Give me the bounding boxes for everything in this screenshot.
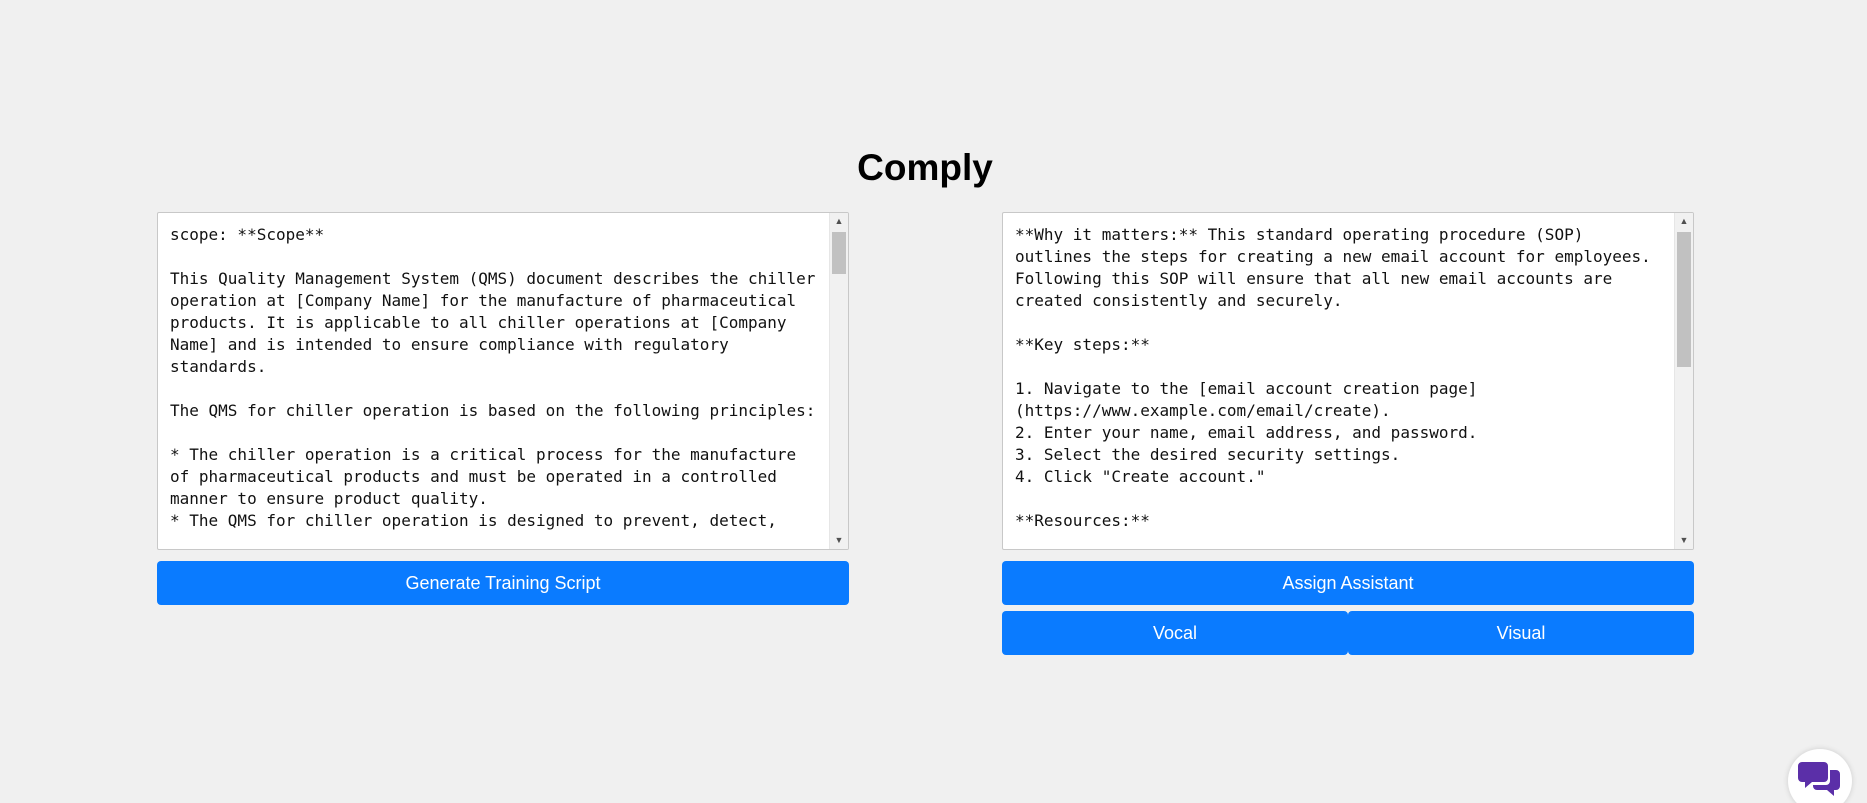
training-script-scrollbar[interactable]: ▲ ▼ xyxy=(1674,213,1693,549)
source-document-scrollbar[interactable]: ▲ ▼ xyxy=(829,213,848,549)
scroll-up-arrow-icon[interactable]: ▲ xyxy=(1675,213,1693,230)
source-document-text: scope: **Scope** This Quality Management… xyxy=(170,225,816,530)
page: Comply scope: **Scope** This Quality Man… xyxy=(0,0,1867,803)
chat-widget-button[interactable] xyxy=(1788,749,1852,803)
visual-button[interactable]: Visual xyxy=(1348,611,1694,655)
training-script-textarea[interactable]: **Why it matters:** This standard operat… xyxy=(1002,212,1694,550)
training-script-text: **Why it matters:** This standard operat… xyxy=(1015,225,1651,530)
assign-assistant-button[interactable]: Assign Assistant xyxy=(1002,561,1694,605)
scroll-up-arrow-icon[interactable]: ▲ xyxy=(830,213,848,230)
scroll-thumb[interactable] xyxy=(1677,232,1691,367)
chat-bubbles-icon xyxy=(1798,762,1840,796)
scroll-down-arrow-icon[interactable]: ▼ xyxy=(1675,532,1693,549)
assistant-mode-buttons: Vocal Visual xyxy=(1002,611,1694,655)
page-title: Comply xyxy=(857,147,993,188)
training-script-panel: **Why it matters:** This standard operat… xyxy=(1002,212,1694,655)
scroll-down-arrow-icon[interactable]: ▼ xyxy=(830,532,848,549)
generate-training-script-button[interactable]: Generate Training Script xyxy=(157,561,849,605)
source-document-panel: scope: **Scope** This Quality Management… xyxy=(157,212,849,605)
source-document-textarea[interactable]: scope: **Scope** This Quality Management… xyxy=(157,212,849,550)
vocal-button[interactable]: Vocal xyxy=(1002,611,1348,655)
scroll-thumb[interactable] xyxy=(832,232,846,274)
